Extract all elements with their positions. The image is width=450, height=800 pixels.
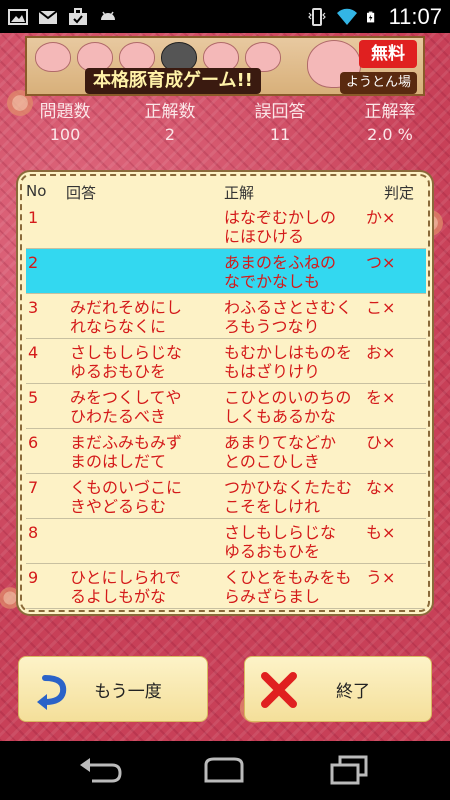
stat-value: 2 [164,125,176,144]
header-no: No [26,182,47,200]
table-row[interactable]: 3 みだれそめにし れならなくに わふるさとさむく ろもうつなり こ× [26,294,426,339]
close-x-icon [261,672,297,708]
stat-correct-count: 正解数 2 [125,100,215,146]
row-number: 3 [28,298,39,317]
briefcase-icon [69,7,87,25]
row-number: 1 [28,208,39,227]
row-result: う× [366,568,396,587]
home-icon[interactable] [200,755,248,787]
row-result: も× [366,523,396,542]
recent-apps-icon[interactable] [326,755,374,787]
row-result: な× [366,478,396,497]
clock: 11:07 [388,3,442,29]
row-correct: こひとのいのちの しくもあるかな [224,388,352,426]
row-correct: あまりてなどか とのこひしき [224,433,337,471]
row-number: 2 [28,253,39,272]
row-answer: みをつくしてや ひわたるべき [70,388,182,426]
stat-value: 100 [49,125,81,144]
row-number: 5 [28,388,39,407]
header-correct: 正解 [224,184,255,202]
ad-banner[interactable]: 本格豚育成ゲーム!! 無料 ようとん場 [25,36,425,96]
results-table[interactable]: No 回答 正解 判定 1 はなぞむかしの にほひける か× 2 あまのをふねのな… [20,174,430,612]
stat-label: 正解率 [364,102,416,122]
table-row[interactable]: 1 はなぞむかしの にほひける か× [26,204,426,249]
row-correct: もむかしはものを もはざりけり [224,343,353,381]
row-number: 9 [28,568,39,587]
undo-arrow-icon [37,675,67,710]
row-result: を× [366,388,396,407]
row-result: か× [366,208,396,227]
free-badge: 無料 [359,40,417,68]
row-number: 4 [28,343,39,362]
header-result: 判定 [384,184,415,202]
back-icon[interactable] [76,755,124,787]
stat-label: 正解数 [144,102,196,122]
stat-accuracy: 正解率 2.0 % [340,100,440,146]
row-answer: みだれそめにし れならなくに [70,298,183,336]
table-row[interactable]: 6 まだふみもみず まのはしだて あまりてなどか とのこひしき ひ× [26,429,426,474]
row-result: つ× [366,253,396,272]
stat-value: 11 [269,125,291,144]
row-answer: くものいづこに きやどるらむ [70,478,183,516]
stat-question-count: 問題数 100 [20,100,110,146]
wifi-icon [336,8,357,25]
row-correct: さしもしらじな ゆるおもひを [224,523,337,561]
row-correct: はなぞむかしの にほひける [224,208,337,246]
table-row[interactable]: 8 さしもしらじな ゆるおもひを も× [26,519,426,564]
row-correct: つかひなくたたむ こそをしけれ [224,478,353,516]
score-summary: 問題数 100 正解数 2 誤回答 11 正解率 2.0 % [0,100,450,148]
vibrate-icon [307,7,326,26]
android-icon [101,11,115,20]
row-correct: くひとをもみをも らみざらまし [224,568,352,606]
status-bar: 11:07 [0,0,450,33]
row-correct: あまのをふねの なでかなしも [224,253,337,291]
pig-icon [35,42,71,72]
row-result: お× [366,343,396,362]
row-result: ひ× [366,433,396,452]
row-answer: ひとにしられで るよしもがな [70,568,182,606]
row-number: 6 [28,433,39,452]
battery-icon [366,11,374,22]
row-correct: わふるさとさむく ろもうつなり [224,298,353,336]
table-row-selected[interactable]: 2 あまのをふねの なでかなしも つ× [26,249,426,294]
retry-button[interactable]: もう一度 [18,656,208,722]
header-answer: 回答 [66,184,97,202]
navigation-bar [0,741,450,800]
gmail-icon [38,9,58,24]
row-answer: さしもしらじな ゆるおもひを [70,343,183,381]
image-icon [8,8,28,25]
row-number: 8 [28,523,39,542]
table-row[interactable]: 9 ひとにしられで るよしもがな くひとをもみをも らみざらまし う× [26,564,426,609]
end-button[interactable]: 終了 [244,656,432,722]
table-row[interactable]: 5 みをつくしてや ひわたるべき こひとのいのちの しくもあるかな を× [26,384,426,429]
table-header: No 回答 正解 判定 [22,182,428,204]
row-result: こ× [366,298,396,317]
stat-label: 誤回答 [254,102,306,122]
row-number: 7 [28,478,39,497]
banner-logo: ようとん場 [339,72,417,94]
table-row[interactable]: 7 くものいづこに きやどるらむ つかひなくたたむ こそをしけれ な× [26,474,426,519]
banner-title: 本格豚育成ゲーム!! [85,68,261,94]
stat-label: 問題数 [39,102,91,122]
stat-wrong-count: 誤回答 11 [235,100,325,146]
row-answer: まだふみもみず まのはしだて [70,433,183,471]
stat-value: 2.0 % [367,125,413,144]
table-row[interactable]: 4 さしもしらじな ゆるおもひを もむかしはものを もはざりけり お× [26,339,426,384]
